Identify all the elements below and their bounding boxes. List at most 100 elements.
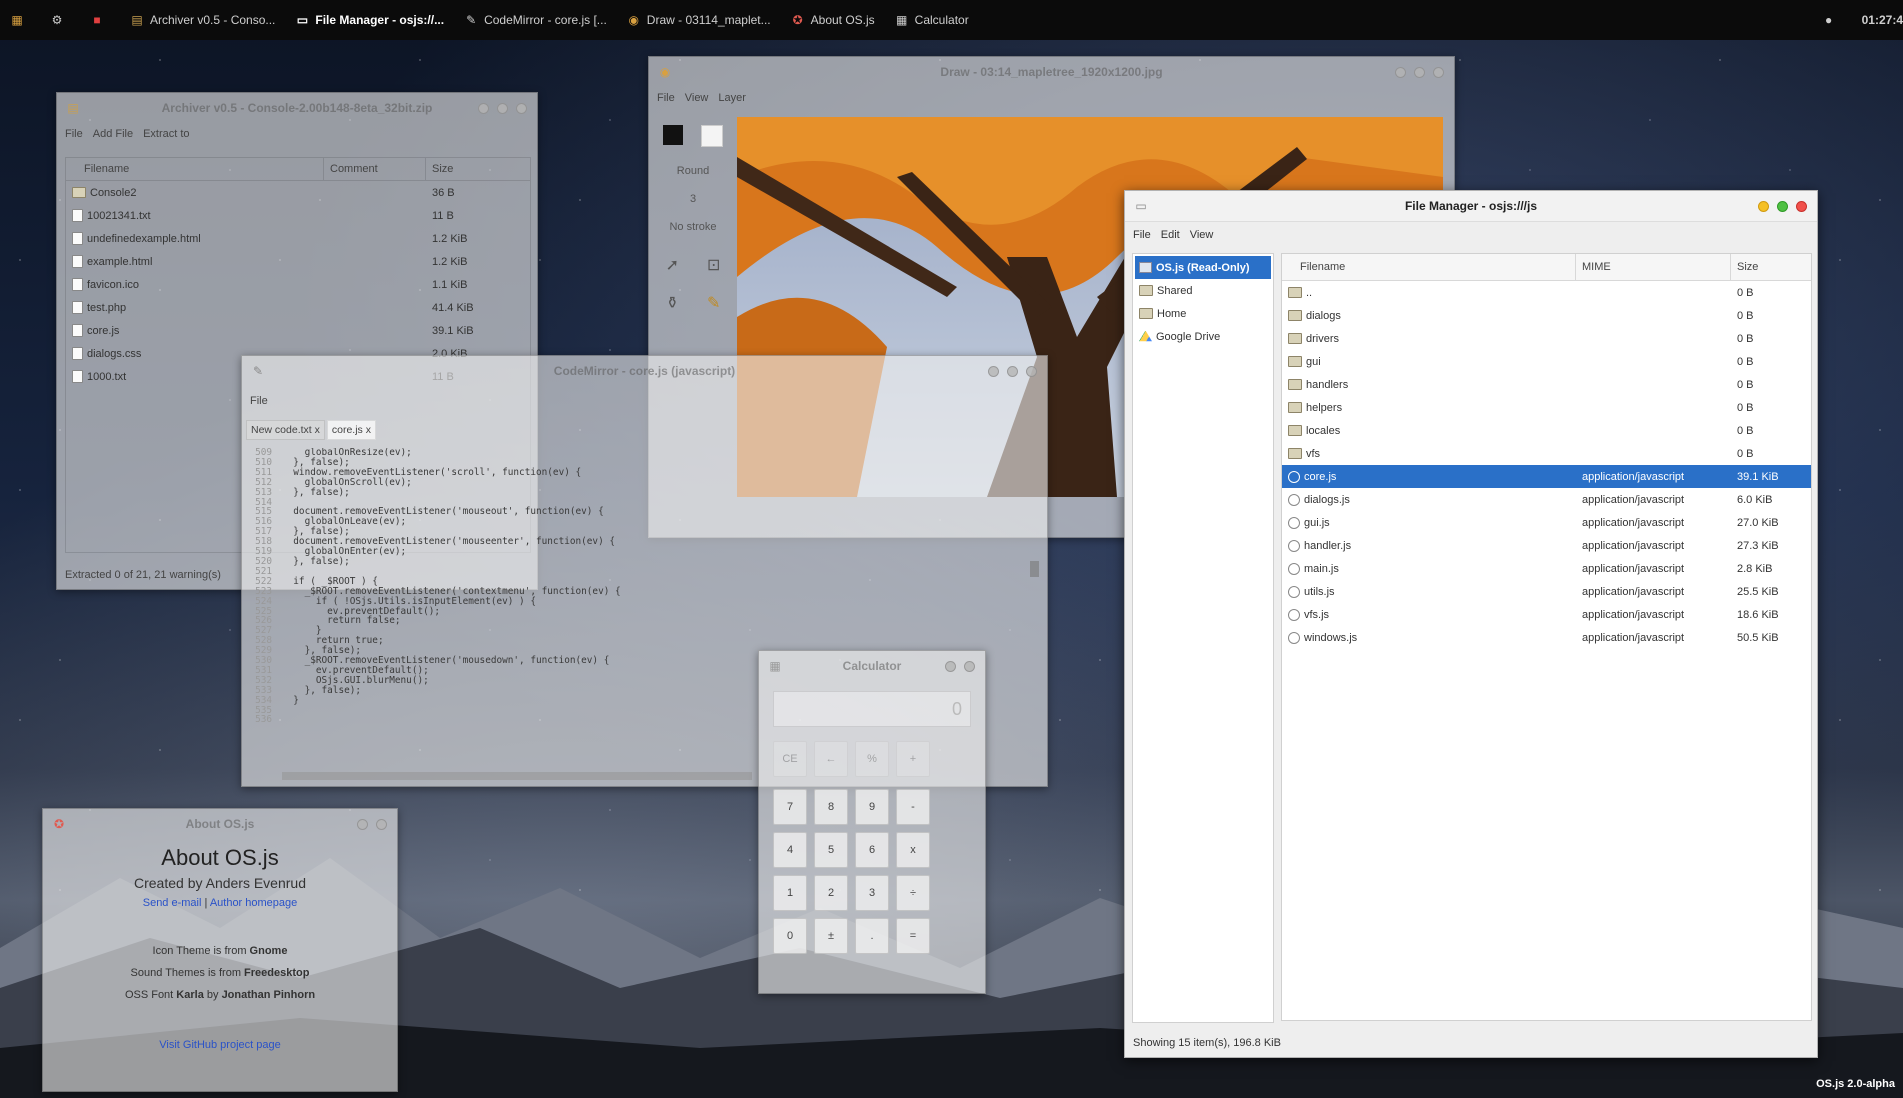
tab-new-code[interactable]: New code.txt x	[246, 420, 325, 440]
menu-edit[interactable]: Edit	[1161, 229, 1180, 241]
table-row[interactable]: Console2 36 B	[66, 181, 530, 204]
sidebar-item[interactable]: Shared	[1135, 279, 1271, 302]
menu-file[interactable]: File	[657, 92, 675, 104]
picker-tool-icon[interactable]: ⊡	[707, 255, 720, 275]
table-row[interactable]: .. 0 B	[1282, 281, 1811, 304]
logout-button[interactable]: ■	[80, 0, 120, 40]
settings-button[interactable]: ⚙	[40, 0, 80, 40]
close-button[interactable]	[516, 102, 527, 114]
calc-key[interactable]: 3	[855, 875, 889, 911]
table-row[interactable]: windows.js application/javascript 50.5 KiB	[1282, 626, 1811, 649]
minimize-button[interactable]	[1395, 66, 1406, 78]
calc-key[interactable]: 4	[773, 832, 807, 868]
close-button[interactable]	[1433, 66, 1444, 78]
task-calculator[interactable]: ▦ Calculator	[885, 0, 979, 40]
calc-key[interactable]: 7	[773, 789, 807, 825]
minimize-button[interactable]	[1758, 200, 1769, 212]
table-row[interactable]: utils.js application/javascript 25.5 KiB	[1282, 580, 1811, 603]
table-row[interactable]: dialogs.js application/javascript 6.0 KiB	[1282, 488, 1811, 511]
calc-key[interactable]: -	[896, 789, 930, 825]
close-button[interactable]	[1796, 200, 1807, 212]
file-manager-titlebar[interactable]: ▭ File Manager - osjs:///js	[1125, 191, 1817, 222]
menu-layer[interactable]: Layer	[718, 92, 746, 104]
tab-close-button[interactable]: x	[366, 424, 371, 436]
task-codemirror[interactable]: ✎ CodeMirror - core.js [...	[454, 0, 617, 40]
user-button[interactable]: ●	[1812, 0, 1852, 40]
table-row[interactable]: handlers 0 B	[1282, 373, 1811, 396]
sidebar-item[interactable]: OS.js (Read-Only)	[1135, 256, 1271, 279]
close-button[interactable]	[1026, 365, 1037, 377]
background-color-swatch[interactable]	[701, 125, 723, 147]
calc-key[interactable]: +	[896, 741, 930, 777]
menu-file[interactable]: File	[65, 128, 83, 140]
codemirror-titlebar[interactable]: ✎ CodeMirror - core.js (javascript)	[242, 356, 1047, 386]
column-comment[interactable]: Comment	[324, 158, 426, 180]
column-mime[interactable]: MIME	[1576, 254, 1731, 280]
calc-key[interactable]: .	[855, 918, 889, 954]
menu-add-file[interactable]: Add File	[93, 128, 133, 140]
stroke-type-label[interactable]: Round	[649, 165, 737, 177]
menu-view[interactable]: View	[1190, 229, 1214, 241]
column-filename[interactable]: Filename	[66, 158, 324, 180]
close-button[interactable]	[964, 660, 975, 672]
column-size[interactable]: Size	[426, 158, 530, 180]
calc-key[interactable]: x	[896, 832, 930, 868]
calc-key[interactable]: ±	[814, 918, 848, 954]
about-titlebar[interactable]: ✪ About OS.js	[43, 809, 397, 839]
task-about[interactable]: ✪ About OS.js	[781, 0, 885, 40]
table-row[interactable]: core.js 39.1 KiB	[66, 319, 530, 342]
stroke-mode-label[interactable]: No stroke	[649, 221, 737, 233]
task-archiver[interactable]: ▤ Archiver v0.5 - Conso...	[120, 0, 285, 40]
pointer-tool-icon[interactable]: ➚	[666, 255, 679, 275]
calc-key[interactable]: ÷	[896, 875, 930, 911]
task-file-manager[interactable]: ▭ File Manager - osjs://...	[285, 0, 454, 40]
calc-key[interactable]: 8	[814, 789, 848, 825]
archiver-titlebar[interactable]: ▤ Archiver v0.5 - Console-2.00b148-8eta_…	[57, 93, 537, 123]
table-row[interactable]: handler.js application/javascript 27.3 KiB	[1282, 534, 1811, 557]
menu-view[interactable]: View	[685, 92, 709, 104]
calc-key[interactable]: 6	[855, 832, 889, 868]
minimize-button[interactable]	[945, 660, 956, 672]
table-row[interactable]: favicon.ico 1.1 KiB	[66, 273, 530, 296]
close-button[interactable]	[376, 818, 387, 830]
minimize-button[interactable]	[357, 818, 368, 830]
maximize-button[interactable]	[1007, 365, 1018, 377]
send-email-link[interactable]: Send e-mail	[143, 897, 202, 909]
tab-core-js[interactable]: core.js x	[326, 420, 376, 440]
calc-key[interactable]: 5	[814, 832, 848, 868]
calculator-titlebar[interactable]: ▦ Calculator	[759, 651, 985, 681]
calc-key[interactable]: 1	[773, 875, 807, 911]
column-filename[interactable]: Filename	[1282, 254, 1576, 280]
table-row[interactable]: dialogs 0 B	[1282, 304, 1811, 327]
applications-menu-button[interactable]: ▦	[0, 0, 40, 40]
maximize-button[interactable]	[1414, 66, 1425, 78]
menu-file[interactable]: File	[1133, 229, 1151, 241]
table-row[interactable]: vfs 0 B	[1282, 442, 1811, 465]
table-row[interactable]: gui.js application/javascript 27.0 KiB	[1282, 511, 1811, 534]
table-row[interactable]: main.js application/javascript 2.8 KiB	[1282, 557, 1811, 580]
calc-key[interactable]: 0	[773, 918, 807, 954]
table-row[interactable]: core.js application/javascript 39.1 KiB	[1282, 465, 1811, 488]
table-row[interactable]: drivers 0 B	[1282, 327, 1811, 350]
table-row[interactable]: helpers 0 B	[1282, 396, 1811, 419]
sidebar-item[interactable]: Google Drive	[1135, 325, 1271, 348]
table-row[interactable]: locales 0 B	[1282, 419, 1811, 442]
calc-key[interactable]: =	[896, 918, 930, 954]
draw-titlebar[interactable]: ◉ Draw - 03:14_mapletree_1920x1200.jpg	[649, 57, 1454, 87]
calc-key[interactable]: ←	[814, 741, 848, 777]
menu-file[interactable]: File	[250, 395, 268, 407]
table-row[interactable]: example.html 1.2 KiB	[66, 250, 530, 273]
table-row[interactable]: gui 0 B	[1282, 350, 1811, 373]
editor-vertical-scrollbar[interactable]	[1030, 561, 1039, 577]
foreground-color-swatch[interactable]	[663, 125, 683, 145]
stroke-width-label[interactable]: 3	[649, 193, 737, 205]
sidebar-item[interactable]: Home	[1135, 302, 1271, 325]
task-draw[interactable]: ◉ Draw - 03114_maplet...	[617, 0, 781, 40]
column-size[interactable]: Size	[1731, 254, 1811, 280]
table-row[interactable]: test.php 41.4 KiB	[66, 296, 530, 319]
calc-key[interactable]: 2	[814, 875, 848, 911]
bucket-tool-icon[interactable]: ⚱	[666, 293, 679, 313]
tab-close-button[interactable]: x	[315, 424, 320, 436]
github-link[interactable]: Visit GitHub project page	[43, 1039, 397, 1051]
menu-extract-to[interactable]: Extract to	[143, 128, 189, 140]
